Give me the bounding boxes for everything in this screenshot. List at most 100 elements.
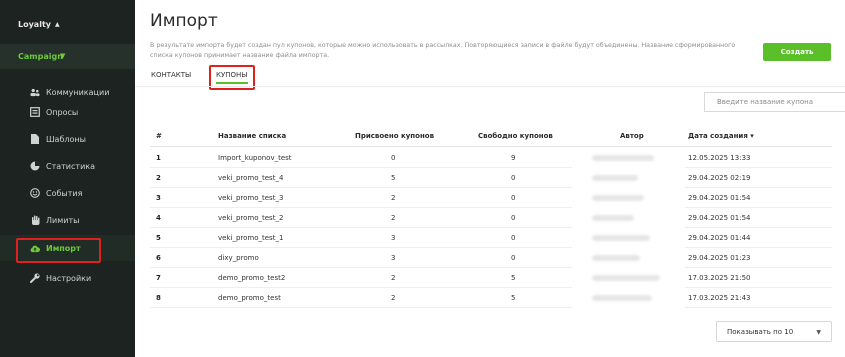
column-header-index: # (156, 132, 162, 140)
page-size-select[interactable]: Показывать по 10 ▼ (716, 321, 832, 342)
table-row[interactable]: 5 veki_promo_test_1 3 0 29.04.2025 01:44 (150, 228, 832, 248)
table-row[interactable]: 6 dixy_promo 3 0 29.04.2025 01:23 (150, 248, 832, 268)
cell-created-date: 17.03.2025 21:50 (688, 274, 751, 282)
table-row[interactable]: 2 veki_promo_test_4 5 0 29.04.2025 02:19 (150, 168, 832, 188)
sidebar-item-templates[interactable]: Шаблоны (0, 126, 135, 152)
cell-free-count: 9 (511, 154, 516, 162)
cell-index: 4 (156, 214, 161, 222)
table-row[interactable]: 4 veki_promo_test_2 2 0 29.04.2025 01:54 (150, 208, 832, 228)
cell-free-count: 0 (511, 174, 516, 182)
cell-assigned-count: 2 (391, 214, 396, 222)
table-row[interactable]: 1 Import_kuponov_test 0 9 12.05.2025 13:33 (150, 148, 832, 168)
sidebar-item-settings[interactable]: Настройки (0, 265, 135, 291)
cell-author-redacted (592, 175, 638, 181)
sidebar-item-limits[interactable]: Лимиты (0, 207, 135, 233)
chevron-down-icon: ▼ (60, 52, 66, 60)
cell-assigned-count: 2 (391, 294, 396, 302)
cell-assigned-count: 0 (391, 154, 396, 162)
page-description: В результате импорта будет создан пул ку… (150, 42, 736, 59)
cell-author-redacted (592, 295, 652, 301)
cell-author-redacted (592, 195, 644, 201)
column-header-name[interactable]: Название списка (218, 132, 286, 140)
cell-list-name: Import_kuponov_test (218, 154, 292, 162)
sidebar-campaign-label: Campaign (18, 52, 63, 61)
cell-created-date: 29.04.2025 01:54 (688, 214, 751, 222)
pie-chart-icon (30, 161, 40, 171)
column-header-created-date[interactable]: Дата создания ▾ (688, 132, 754, 140)
hand-icon (30, 215, 40, 225)
cell-assigned-count: 3 (391, 234, 396, 242)
tab-contacts[interactable]: КОНТАКТЫ (151, 71, 191, 79)
cell-list-name: veki_promo_test_4 (218, 174, 284, 182)
sidebar-item-label: Опросы (46, 107, 79, 117)
sidebar-item-label: Статистика (46, 161, 95, 171)
highlight-import-box (16, 238, 101, 263)
sidebar: Loyalty ▲ Campaign ▼ Коммуникации Опросы… (0, 0, 135, 357)
tabs-divider (135, 86, 845, 87)
sidebar-item-polls[interactable]: Опросы (0, 99, 135, 125)
cell-index: 5 (156, 234, 161, 242)
sidebar-item-label: События (46, 188, 83, 198)
wrench-icon (30, 273, 40, 283)
sidebar-item-statistics[interactable]: Статистика (0, 153, 135, 179)
cell-index: 7 (156, 274, 161, 282)
header-divider (150, 146, 832, 147)
column-header-free[interactable]: Свободно купонов (478, 132, 553, 140)
cell-list-name: veki_promo_test_1 (218, 234, 284, 242)
column-header-assigned[interactable]: Присвоено купонов (355, 132, 434, 140)
cell-created-date: 29.04.2025 01:23 (688, 254, 751, 262)
sidebar-loyalty-label: Loyalty (18, 20, 51, 29)
table-row[interactable]: 7 demo_promo_test2 2 5 17.03.2025 21:50 (150, 268, 832, 288)
table-row[interactable]: 8 demo_promo_test 2 5 17.03.2025 21:43 (150, 288, 832, 308)
cell-free-count: 5 (511, 274, 516, 282)
sidebar-item-label: Коммуникации (46, 87, 110, 97)
cell-index: 2 (156, 174, 161, 182)
cell-index: 1 (156, 154, 161, 162)
cell-assigned-count: 2 (391, 194, 396, 202)
coupon-search-input[interactable]: Введите название купона (704, 92, 845, 112)
cell-free-count: 5 (511, 294, 516, 302)
document-icon (30, 134, 40, 144)
cell-index: 8 (156, 294, 161, 302)
cell-list-name: demo_promo_test2 (218, 274, 286, 282)
cell-created-date: 29.04.2025 02:19 (688, 174, 751, 182)
sidebar-item-label: Шаблоны (46, 134, 86, 144)
cell-free-count: 0 (511, 194, 516, 202)
sidebar-campaign[interactable]: Campaign ▼ (0, 44, 135, 69)
sidebar-loyalty[interactable]: Loyalty ▲ (18, 20, 60, 29)
sidebar-item-events[interactable]: События (0, 180, 135, 206)
cell-list-name: demo_promo_test (218, 294, 281, 302)
cell-created-date: 17.03.2025 21:43 (688, 294, 751, 302)
cell-index: 3 (156, 194, 161, 202)
cell-author-redacted (592, 155, 654, 161)
cell-free-count: 0 (511, 214, 516, 222)
page-title: Импорт (150, 11, 218, 31)
cell-index: 6 (156, 254, 161, 262)
create-button[interactable]: Создать (763, 43, 831, 61)
cell-assigned-count: 2 (391, 274, 396, 282)
cell-list-name: dixy_promo (218, 254, 259, 262)
cell-free-count: 0 (511, 254, 516, 262)
row-divider (685, 307, 832, 308)
page-size-label: Показывать по 10 (727, 327, 794, 336)
cell-created-date: 29.04.2025 01:44 (688, 234, 751, 242)
cell-list-name: veki_promo_test_2 (218, 214, 284, 222)
cell-author-redacted (592, 275, 660, 281)
chevron-down-icon: ▼ (816, 329, 821, 336)
smiley-icon (30, 188, 40, 198)
cell-author-redacted (592, 255, 640, 261)
column-header-author[interactable]: Автор (620, 132, 644, 140)
cell-author-redacted (592, 235, 650, 241)
cell-assigned-count: 5 (391, 174, 396, 182)
cell-created-date: 12.05.2025 13:33 (688, 154, 751, 162)
people-icon (30, 87, 40, 97)
table-row[interactable]: 3 veki_promo_test_3 2 0 29.04.2025 01:54 (150, 188, 832, 208)
row-divider (150, 307, 572, 308)
sidebar-item-label: Лимиты (46, 215, 80, 225)
cell-created-date: 29.04.2025 01:54 (688, 194, 751, 202)
chevron-up-icon: ▲ (55, 21, 60, 28)
cell-assigned-count: 3 (391, 254, 396, 262)
poll-icon (30, 107, 40, 117)
sidebar-item-label: Настройки (46, 273, 92, 283)
cell-free-count: 0 (511, 234, 516, 242)
